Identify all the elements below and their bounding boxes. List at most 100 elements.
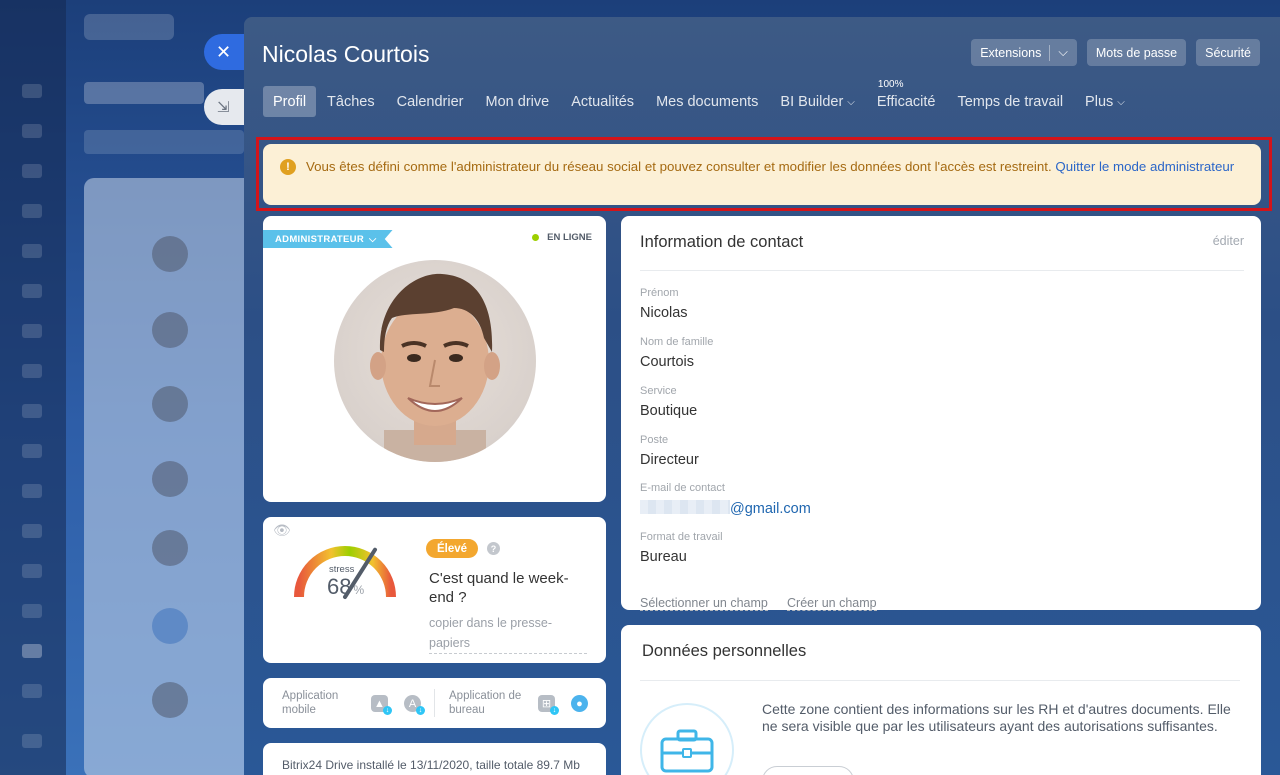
contact-card-title: Information de contact xyxy=(640,233,804,251)
background-nav-icon xyxy=(22,484,42,498)
field-value-position[interactable]: Directeur xyxy=(640,452,699,468)
chevron-down-icon[interactable]: ⌵ xyxy=(1058,45,1067,60)
tab-plus[interactable]: Plus ⌵ xyxy=(1074,86,1136,117)
background-nav-icon xyxy=(22,404,42,418)
field-value-last-name[interactable]: Courtois xyxy=(640,354,694,370)
field-value-department[interactable]: Boutique xyxy=(640,403,697,419)
field-label-position: Poste xyxy=(640,434,669,446)
applications-card: Application mobile ▲ ↓ A ↓ Application de … xyxy=(263,678,606,728)
background-sidebar xyxy=(0,0,66,775)
background-nav-icon xyxy=(22,244,42,258)
select-field-link[interactable]: Sélectionner un champ xyxy=(640,596,768,611)
quit-admin-mode-link[interactable]: Quitter le mode administrateur xyxy=(1055,159,1234,174)
tab-taches[interactable]: Tâches xyxy=(316,86,386,117)
copy-to-clipboard-link[interactable]: copier dans le presse-papiers xyxy=(429,614,587,654)
download-icon: ↓ xyxy=(383,706,392,715)
drive-info-text: Bitrix24 Drive installé le 13/11/2020, t… xyxy=(282,758,580,772)
background-nav-icon xyxy=(22,644,42,658)
profile-tabs: Profil Tâches Calendrier Mon drive Actua… xyxy=(263,79,1136,117)
apple-icon[interactable]: ● xyxy=(571,695,588,712)
background-nav-icon xyxy=(22,524,42,538)
windows-icon[interactable]: ⊞ ↓ xyxy=(538,695,559,715)
field-label-first-name: Prénom xyxy=(640,287,679,299)
divider xyxy=(640,680,1240,681)
minimize-icon: ⇲ xyxy=(217,99,230,116)
personal-data-description: Cette zone contient des informations sur… xyxy=(762,701,1231,734)
tab-temps-de-travail[interactable]: Temps de travail xyxy=(946,86,1074,117)
tab-label: BI Builder xyxy=(780,93,844,110)
field-label-department: Service xyxy=(640,385,677,397)
background-nav-icon xyxy=(22,684,42,698)
background-nav-icon xyxy=(22,124,42,138)
efficiency-badge: 100% xyxy=(877,79,904,90)
chevron-down-icon: ⌵ xyxy=(369,233,377,245)
desktop-app-label: Application de bureau xyxy=(449,690,522,716)
personal-data-button[interactable] xyxy=(762,766,854,775)
tab-mon-drive[interactable]: Mon drive xyxy=(475,86,561,117)
tab-profil[interactable]: Profil xyxy=(263,86,317,117)
profile-photo-card: ADMINISTRATEUR ⌵ EN LIGNE xyxy=(263,216,606,502)
tab-actualites[interactable]: Actualités xyxy=(560,86,645,117)
divider xyxy=(1049,44,1051,61)
security-button[interactable]: Sécurité xyxy=(1196,39,1260,66)
stress-value: 68% xyxy=(327,574,364,600)
stress-level-badge: Élevé xyxy=(426,539,479,558)
tab-mes-documents[interactable]: Mes documents xyxy=(645,86,769,117)
background-avatar xyxy=(152,312,188,348)
background-nav-icon xyxy=(22,84,42,98)
tab-efficacite[interactable]: 100% Efficacité xyxy=(866,79,947,117)
briefcase-icon xyxy=(640,703,734,775)
stress-card: 👁 stress 68% Élevé ? C'est quand le week… xyxy=(263,517,606,663)
background-avatar xyxy=(152,530,188,566)
page-title: Nicolas Courtois xyxy=(262,41,430,67)
alert-text: Vous êtes défini comme l'administrateur … xyxy=(306,159,1052,174)
background-avatar xyxy=(152,461,188,497)
role-tag[interactable]: ADMINISTRATEUR ⌵ xyxy=(263,230,393,248)
background-nav-icon xyxy=(22,324,42,338)
personal-card-title: Données personnelles xyxy=(642,642,807,660)
background-nav-icon xyxy=(22,204,42,218)
help-icon[interactable]: ? xyxy=(487,542,500,555)
contact-info-card: Information de contact éditer Prénom Nic… xyxy=(621,216,1261,611)
header-actions: Extensions ⌵ Mots de passe Sécurité xyxy=(971,39,1260,66)
background-nav-icon xyxy=(22,364,42,378)
background-title xyxy=(84,82,204,104)
background-nav-icon xyxy=(22,604,42,618)
mobile-app-label: Application mobile xyxy=(282,690,339,716)
field-label-email: E-mail de contact xyxy=(640,482,725,494)
background-avatar xyxy=(152,682,188,718)
background-avatar xyxy=(152,608,188,644)
briefcase-illustration xyxy=(660,729,714,773)
passwords-button[interactable]: Mots de passe xyxy=(1086,39,1187,66)
chevron-down-icon: ⌵ xyxy=(1117,97,1125,108)
avatar[interactable] xyxy=(334,260,536,462)
field-value-first-name[interactable]: Nicolas xyxy=(640,305,688,321)
field-value-email[interactable]: @gmail.com xyxy=(640,500,811,517)
field-label-last-name: Nom de famille xyxy=(640,336,714,348)
stress-unit: % xyxy=(353,583,365,597)
stress-quote: C'est quand le week-end ? xyxy=(429,570,569,606)
app-store-icon[interactable]: A ↓ xyxy=(404,695,425,715)
background-nav-icon xyxy=(22,444,42,458)
edit-contact-link[interactable]: éditer xyxy=(1213,234,1244,248)
extensions-button[interactable]: Extensions ⌵ xyxy=(971,39,1077,66)
avatar-face-illustration xyxy=(370,273,500,462)
close-icon: ✕ xyxy=(216,41,232,62)
background-nav-icon xyxy=(22,564,42,578)
divider xyxy=(640,270,1244,271)
create-field-link[interactable]: Créer un champ xyxy=(787,596,877,611)
background-topbar xyxy=(84,14,174,40)
field-value-work-format[interactable]: Bureau xyxy=(640,549,687,565)
chevron-down-icon: ⌵ xyxy=(847,97,855,108)
background-avatar xyxy=(152,386,188,422)
redacted-mask xyxy=(640,500,730,514)
online-dot-icon xyxy=(532,234,540,241)
personal-data-card: Données personnelles Cette zone contient… xyxy=(621,625,1261,775)
background-user-list xyxy=(84,178,254,775)
admin-mode-alert: ! Vous êtes défini comme l'administrateu… xyxy=(263,144,1261,205)
android-icon[interactable]: ▲ ↓ xyxy=(371,695,392,715)
tab-bi-builder[interactable]: BI Builder ⌵ xyxy=(769,86,865,117)
tab-calendrier[interactable]: Calendrier xyxy=(386,86,475,117)
info-icon: ! xyxy=(280,159,296,175)
email-domain: @gmail.com xyxy=(730,501,811,517)
